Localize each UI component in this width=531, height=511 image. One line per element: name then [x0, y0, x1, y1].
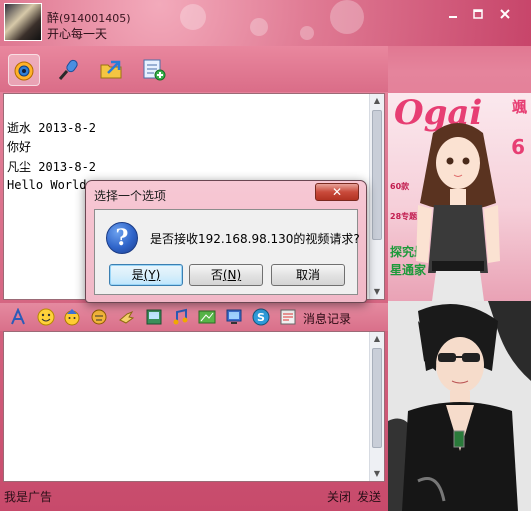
chat-header: 醉(914001405) 开心每一天	[0, 0, 531, 46]
magazine-ad-image[interactable]: Ogai 颯 6 60款 28专题 探究最 星通家	[388, 93, 531, 301]
apps-icon	[143, 59, 166, 81]
scroll-thumb[interactable]	[372, 348, 382, 448]
magic-emoticon-icon[interactable]	[63, 308, 81, 326]
message-text: Hello World	[7, 178, 87, 192]
contact-name: 醉(914001405)	[47, 9, 131, 26]
bokeh-decoration	[300, 26, 314, 40]
boy-illustration	[388, 301, 531, 511]
yes-button[interactable]: 是(Y)	[109, 264, 183, 286]
voice-chat-button[interactable]	[52, 54, 84, 86]
remote-desktop-icon[interactable]	[225, 308, 243, 326]
scroll-up-icon[interactable]: ▲	[370, 332, 384, 346]
video-chat-button[interactable]	[8, 54, 40, 86]
dialog-title: 选择一个选项	[94, 189, 167, 203]
send-file-icon	[100, 60, 122, 79]
scroll-up-icon[interactable]: ▲	[370, 94, 384, 108]
send-file-button[interactable]	[95, 54, 127, 86]
dialog-message: 是否接收192.168.98.130的视频请求?	[150, 232, 360, 246]
input-scrollbar[interactable]: ▲ ▼	[369, 332, 384, 481]
emoji-icon[interactable]	[37, 308, 55, 326]
maximize-icon[interactable]	[467, 8, 489, 24]
signature: 开心每一天	[47, 27, 108, 41]
close-icon[interactable]	[494, 8, 516, 24]
dialog-close-button[interactable]: ✕	[315, 183, 359, 201]
boy-ad-image[interactable]	[388, 301, 531, 511]
shake-icon[interactable]	[279, 308, 297, 326]
send-button[interactable]: 发送	[357, 488, 381, 505]
screenshot-icon[interactable]	[145, 308, 163, 326]
bottom-bar: 我是广告 关闭 发送	[0, 483, 388, 511]
video-request-dialog: 选择一个选项 ✕ ? 是否接收192.168.98.130的视频请求? 是(Y)…	[85, 180, 367, 303]
font-icon[interactable]	[9, 307, 27, 326]
scroll-down-icon[interactable]: ▼	[370, 467, 384, 481]
apps-button[interactable]	[138, 54, 170, 86]
qq-number: (914001405)	[59, 12, 131, 25]
gesture-icon[interactable]	[117, 308, 135, 326]
bokeh-decoration	[250, 18, 268, 36]
nickname: 醉	[47, 11, 60, 25]
format-toolbar: S 消息记录	[0, 303, 388, 331]
avatar[interactable]	[4, 3, 42, 41]
message-header: 凡尘 2013-8-2	[7, 160, 97, 174]
question-icon: ?	[106, 222, 138, 254]
bokeh-decoration	[180, 4, 206, 30]
cancel-button[interactable]: 取消	[271, 264, 345, 286]
no-accelerator: (N)	[222, 268, 242, 282]
voice-chat-icon	[58, 59, 78, 80]
message-input[interactable]: ▲ ▼	[3, 331, 385, 482]
svg-text:S: S	[257, 311, 265, 324]
scroll-thumb[interactable]	[372, 110, 382, 240]
scroll-down-icon[interactable]: ▼	[370, 285, 384, 299]
bokeh-decoration	[330, 0, 364, 34]
yes-label: 是	[131, 268, 144, 282]
close-button[interactable]: 关闭	[327, 488, 351, 505]
minimize-icon[interactable]	[442, 8, 464, 24]
security-icon[interactable]: S	[252, 308, 270, 326]
close-icon: ✕	[331, 185, 343, 199]
message-history-button[interactable]: 消息记录	[303, 310, 351, 327]
image-icon[interactable]	[198, 308, 216, 326]
message-text: 你好	[7, 140, 32, 154]
video-chat-icon	[14, 61, 34, 81]
no-button[interactable]: 否(N)	[189, 264, 263, 286]
ad-link[interactable]: 我是广告	[4, 488, 52, 505]
girl-illustration	[416, 123, 500, 301]
dialog-body: ? 是否接收192.168.98.130的视频请求? 是(Y) 否(N) 取消	[94, 209, 360, 295]
no-label: 否	[210, 268, 223, 282]
yes-accelerator: (Y)	[143, 268, 161, 282]
music-icon[interactable]	[171, 308, 189, 326]
nudge-icon[interactable]	[90, 308, 108, 326]
message-scrollbar[interactable]: ▲ ▼	[369, 94, 384, 299]
chat-toolbar	[0, 46, 388, 92]
message-header: 逝水 2013-8-2	[7, 121, 97, 135]
